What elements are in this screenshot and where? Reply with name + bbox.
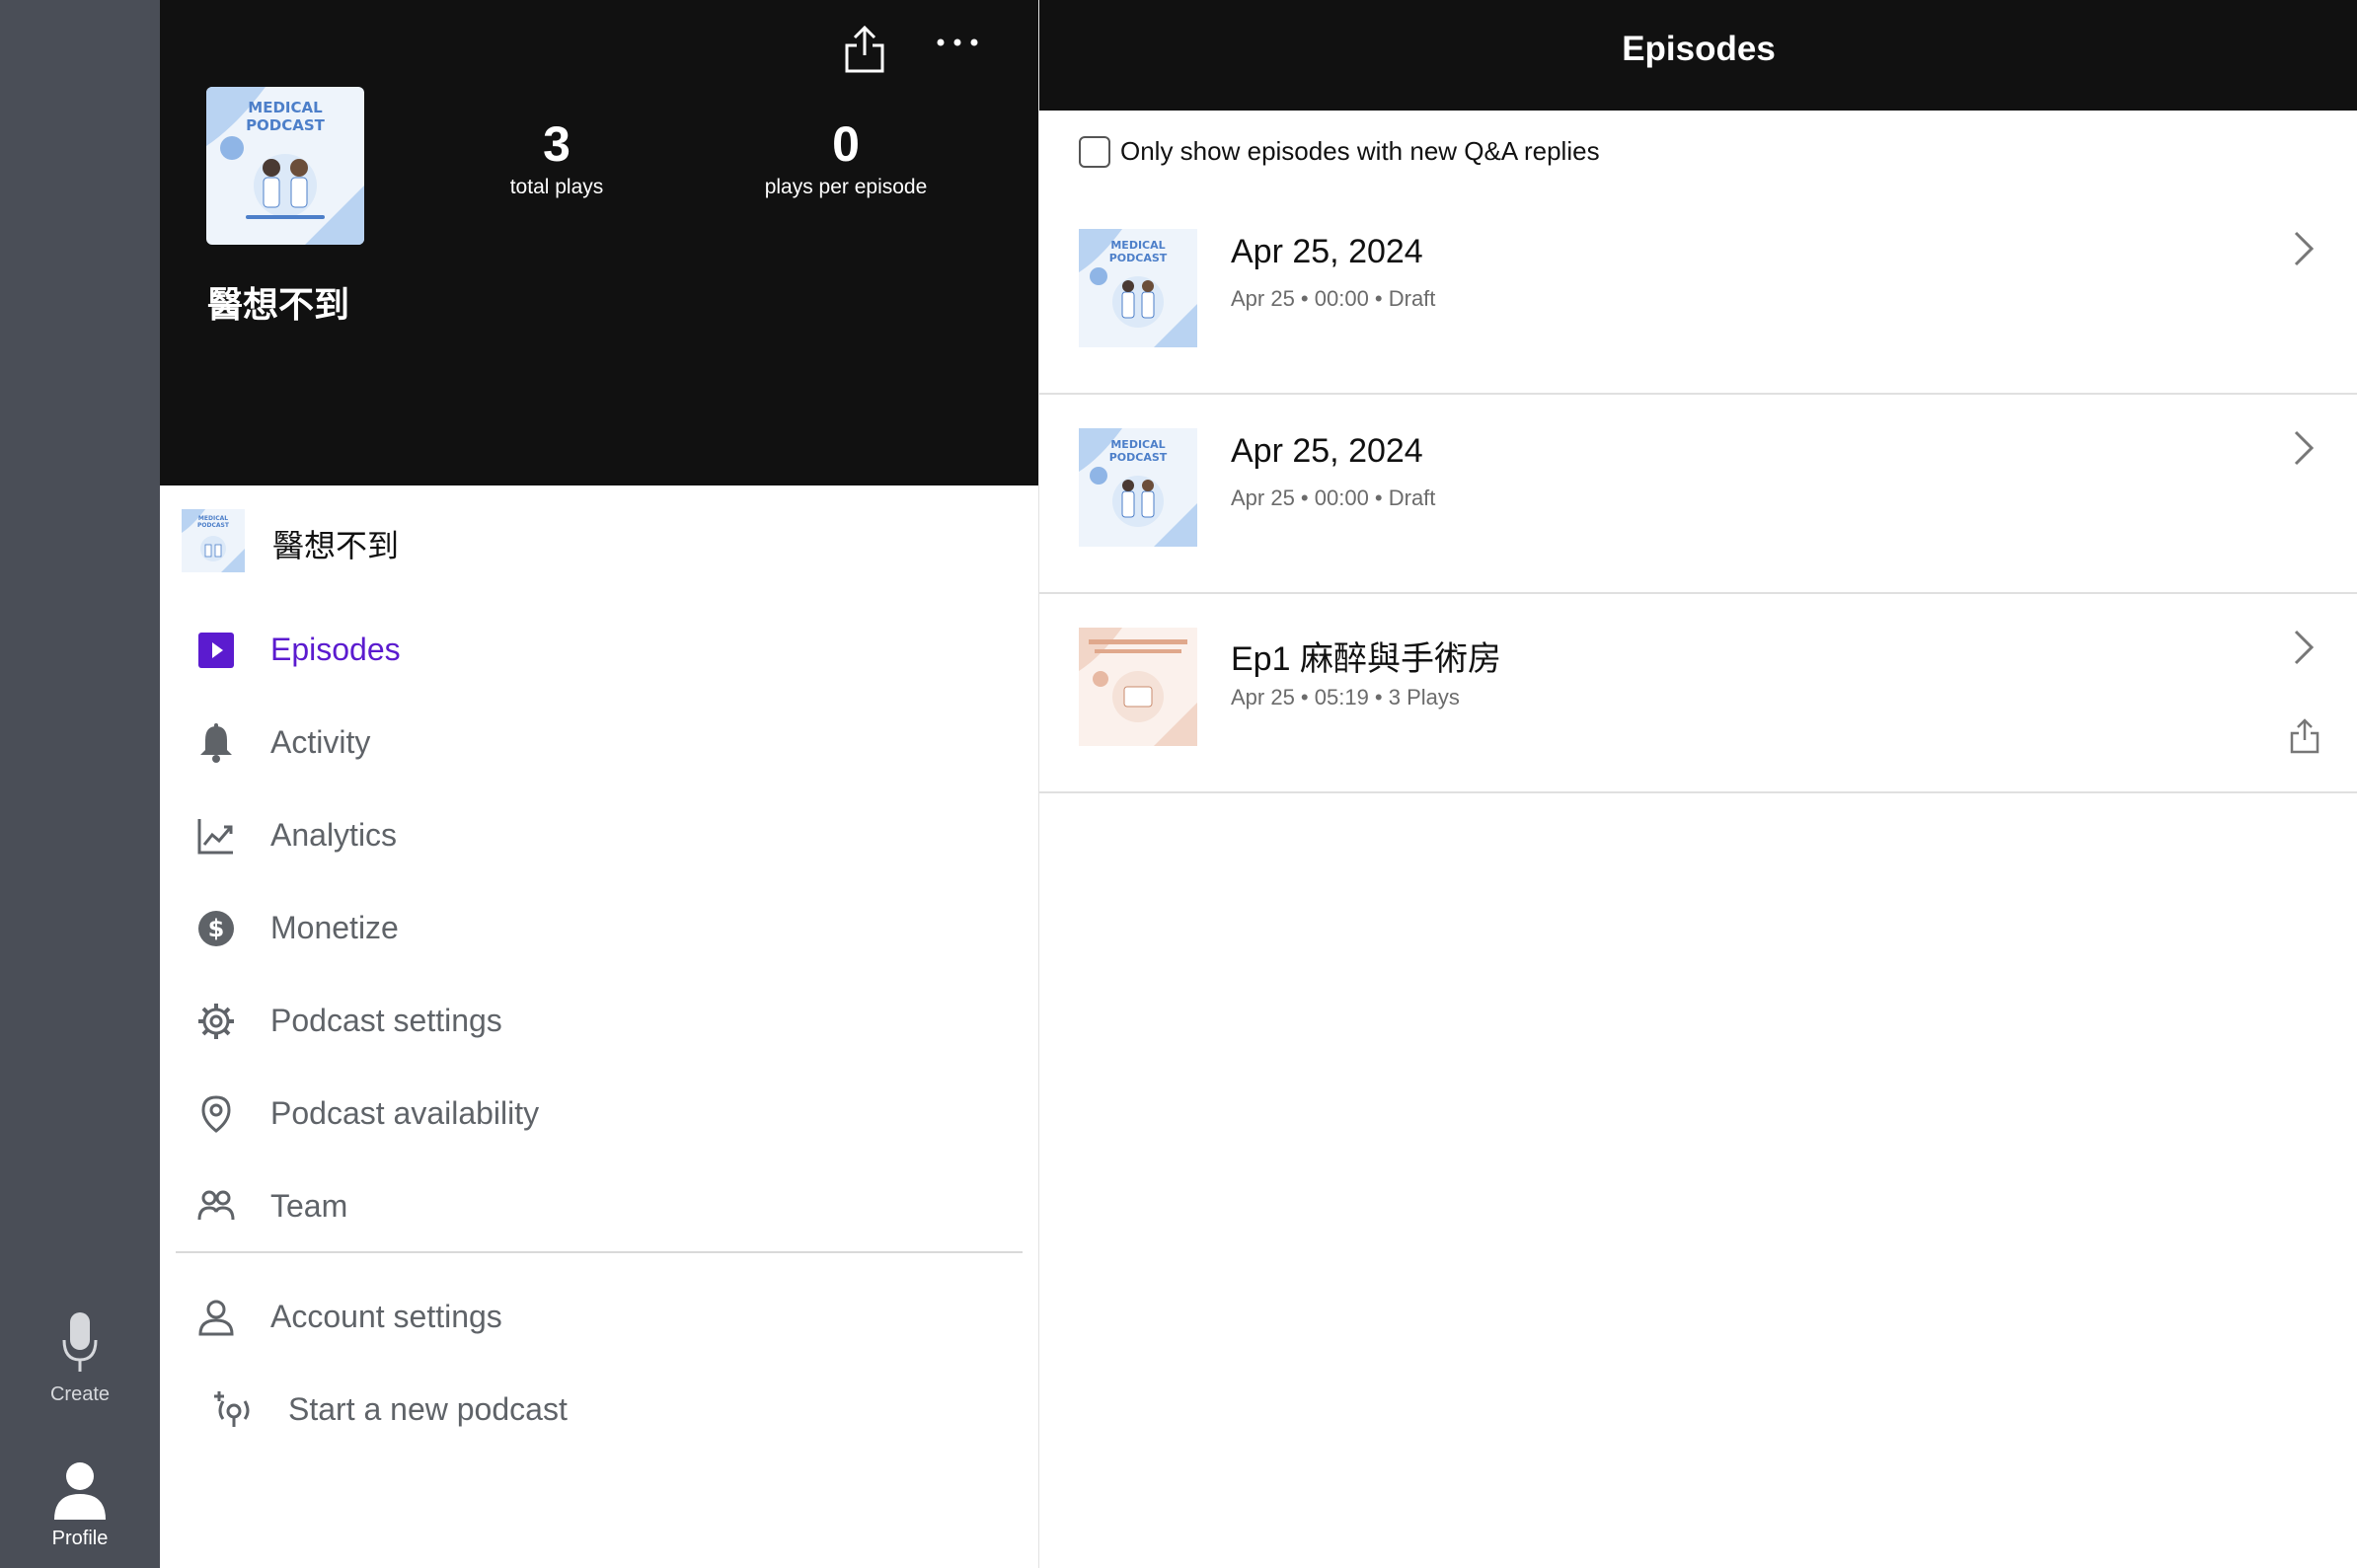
chevron-right-icon: [2294, 430, 2315, 466]
total-plays-value: 3: [543, 116, 570, 172]
svg-text:PODCAST: PODCAST: [246, 116, 326, 134]
podcast-sidebar: MEDICAL PODCAST 醫想不到 3 total plays 0 pla…: [160, 0, 1038, 1568]
sidebar-nav: Episodes Activity Analytics $ Monetize P…: [160, 604, 1038, 1253]
sidebar-item-team[interactable]: Team: [160, 1160, 1038, 1253]
bell-icon: [200, 723, 232, 763]
profile-tab[interactable]: Profile: [0, 1460, 160, 1550]
total-plays-stat: 3 total plays: [438, 114, 675, 199]
plays-per-episode-value: 0: [832, 116, 860, 172]
create-label: Create: [49, 1383, 111, 1405]
svg-text:MEDICAL: MEDICAL: [1110, 239, 1165, 252]
podcast-title: 醫想不到: [207, 284, 350, 325]
svg-text:PODCAST: PODCAST: [1109, 252, 1168, 264]
podcast-hero: MEDICAL PODCAST 醫想不到 3 total plays 0 pla…: [160, 0, 1038, 485]
sidebar-item-label: Start a new podcast: [288, 1391, 568, 1427]
sidebar-secondary-nav: Account settings Start a new podcast: [160, 1271, 1038, 1456]
person-icon: [54, 1462, 106, 1520]
episodes-header: Episodes: [1039, 0, 2357, 111]
chevron-right-icon: [2294, 630, 2315, 665]
qa-filter-label: Only show episodes with new Q&A replies: [1120, 136, 1600, 166]
svg-text:PODCAST: PODCAST: [1109, 451, 1168, 464]
podcast-switcher-name: 醫想不到: [272, 528, 400, 563]
episode-meta: Apr 25 • 00:00 • Draft: [1231, 286, 1436, 311]
sidebar-item-label: Episodes: [270, 632, 401, 667]
svg-text:PODCAST: PODCAST: [197, 522, 230, 529]
sidebar-item-podcast-settings[interactable]: Podcast settings: [160, 975, 1038, 1068]
sidebar-item-label: Analytics: [270, 817, 398, 853]
podcast-switcher[interactable]: MEDICAL PODCAST 醫想不到: [182, 509, 971, 572]
qa-filter-checkbox[interactable]: [1079, 136, 1110, 168]
sidebar-item-account-settings[interactable]: Account settings: [160, 1271, 1038, 1364]
sidebar-item-start-new-podcast[interactable]: Start a new podcast: [160, 1364, 1038, 1456]
plays-per-episode-stat: 0 plays per episode: [727, 114, 964, 199]
person-outline-icon: [198, 1300, 234, 1336]
episodes-panel: Episodes Only show episodes with new Q&A…: [1038, 0, 2357, 1568]
svg-text:MEDICAL: MEDICAL: [1110, 438, 1165, 451]
total-plays-caption: total plays: [509, 176, 604, 198]
new-podcast-icon: [214, 1391, 250, 1427]
sidebar-item-podcast-availability[interactable]: Podcast availability: [160, 1068, 1038, 1160]
episode-meta: Apr 25 • 05:19 • 3 Plays: [1231, 685, 1460, 709]
more-options-button[interactable]: [935, 34, 980, 56]
gear-icon: [198, 1004, 234, 1039]
create-tab[interactable]: Create: [0, 1312, 160, 1406]
podcast-cover-art: MEDICAL PODCAST: [206, 87, 364, 245]
location-pin-icon: [201, 1095, 231, 1133]
podcast-thumb: MEDICAL PODCAST: [182, 509, 245, 572]
sidebar-item-label: Account settings: [270, 1299, 502, 1334]
sidebar-item-activity[interactable]: Activity: [160, 697, 1038, 789]
episode-art: [1079, 628, 1197, 746]
play-square-icon: [198, 633, 234, 668]
svg-text:$: $: [208, 915, 225, 942]
profile-label: Profile: [51, 1528, 109, 1549]
episode-title: Ep1 麻醉與手術房: [1231, 640, 1501, 678]
sidebar-item-monetize[interactable]: $ Monetize: [160, 882, 1038, 975]
microphone-icon: [62, 1312, 98, 1372]
app-rail: Create Profile: [0, 0, 160, 1568]
sidebar-item-label: Podcast availability: [270, 1095, 540, 1131]
episode-title: Apr 25, 2024: [1231, 233, 1423, 270]
sidebar-divider: [176, 1251, 1023, 1253]
share-icon[interactable]: [2289, 718, 2320, 754]
share-icon: [845, 25, 884, 73]
sidebar-item-label: Activity: [270, 724, 371, 760]
sidebar-item-label: Team: [270, 1188, 348, 1224]
more-icon: [937, 38, 978, 46]
plays-per-episode-caption: plays per episode: [764, 176, 928, 198]
team-icon: [197, 1190, 235, 1221]
sidebar-item-label: Podcast settings: [270, 1003, 502, 1038]
episode-title: Apr 25, 2024: [1231, 432, 1423, 470]
chevron-right-icon: [2294, 231, 2315, 266]
episode-row[interactable]: MEDICAL PODCAST Apr 25, 2024 Apr 25 • 00…: [1039, 195, 2357, 395]
episode-art: MEDICAL PODCAST: [1079, 229, 1197, 347]
share-button[interactable]: [843, 25, 886, 78]
chart-icon: [197, 819, 233, 855]
episode-row[interactable]: MEDICAL PODCAST Apr 25, 2024 Apr 25 • 00…: [1039, 395, 2357, 594]
svg-text:MEDICAL: MEDICAL: [198, 515, 228, 522]
sidebar-item-episodes[interactable]: Episodes: [160, 604, 1038, 697]
episode-row[interactable]: Ep1 麻醉與手術房 Apr 25 • 05:19 • 3 Plays: [1039, 594, 2357, 793]
page-title: Episodes: [1622, 30, 1776, 68]
episode-meta: Apr 25 • 00:00 • Draft: [1231, 485, 1436, 510]
svg-text:MEDICAL: MEDICAL: [248, 99, 323, 116]
sidebar-item-label: Monetize: [270, 910, 399, 945]
sidebar-item-analytics[interactable]: Analytics: [160, 789, 1038, 882]
episode-art: MEDICAL PODCAST: [1079, 428, 1197, 547]
dollar-icon: $: [198, 911, 234, 946]
